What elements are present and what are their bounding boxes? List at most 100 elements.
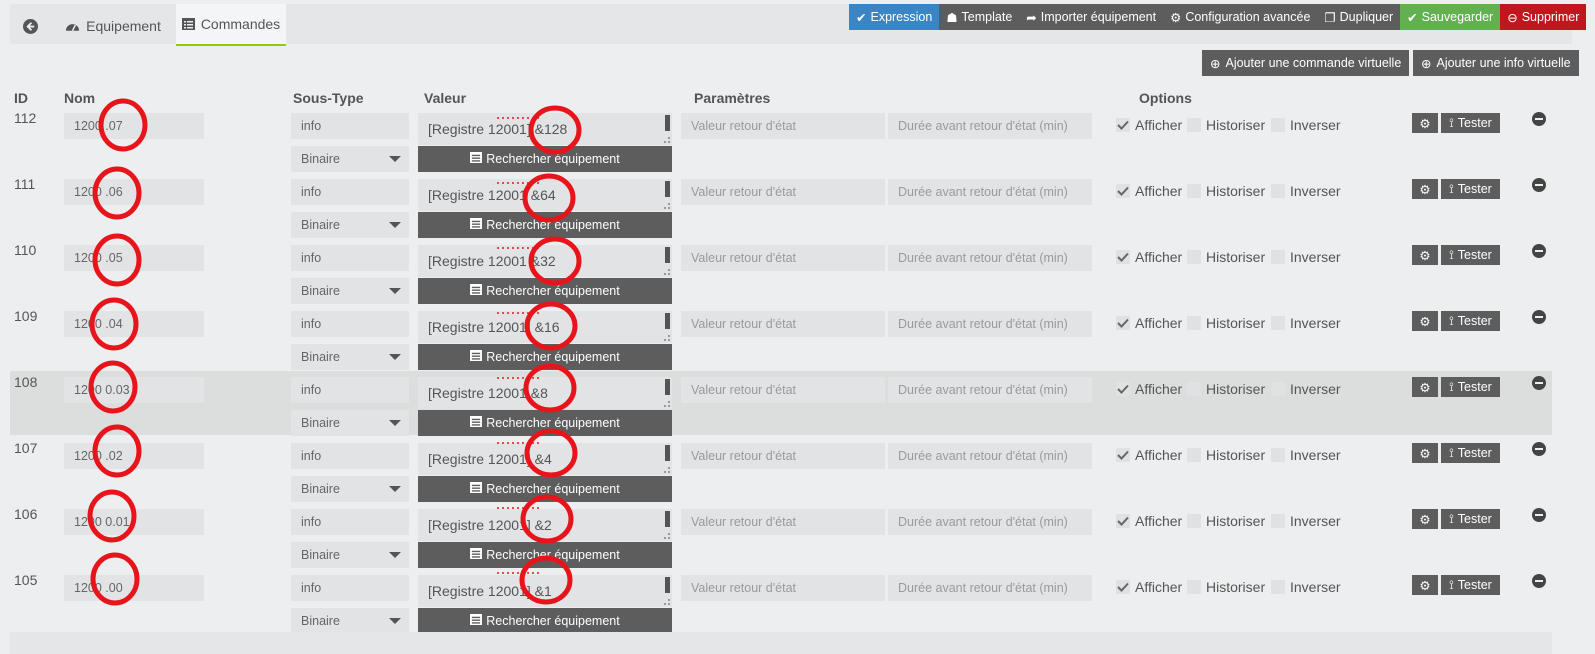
value-textarea[interactable]: [Registre 12001] &4 xyxy=(418,443,672,475)
checkbox-checked-icon[interactable] xyxy=(1116,514,1130,528)
remove-command-icon[interactable] xyxy=(1532,574,1546,588)
checkbox-unchecked-icon[interactable] xyxy=(1271,118,1285,132)
option-afficher[interactable]: Afficher xyxy=(1116,579,1182,595)
return-delay-input[interactable]: Durée avant retour d'état (min) xyxy=(888,575,1092,601)
checkbox-unchecked-icon[interactable] xyxy=(1271,316,1285,330)
remove-command-icon[interactable] xyxy=(1532,442,1546,456)
option-historiser[interactable]: Historiser xyxy=(1187,249,1265,265)
search-equipment-button[interactable]: Rechercher équipement xyxy=(418,212,672,238)
checkbox-checked-icon[interactable] xyxy=(1116,448,1130,462)
option-afficher[interactable]: Afficher xyxy=(1116,315,1182,331)
subtype-select[interactable]: Binaire xyxy=(291,278,409,304)
template-button[interactable]: ☗ Template xyxy=(939,4,1020,30)
checkbox-checked-icon[interactable] xyxy=(1116,382,1130,396)
return-value-input[interactable]: Valeur retour d'état xyxy=(681,443,885,469)
checkbox-checked-icon[interactable] xyxy=(1116,250,1130,264)
resize-grip-icon[interactable] xyxy=(664,203,670,209)
subtype-select[interactable]: Binaire xyxy=(291,410,409,436)
return-value-input[interactable]: Valeur retour d'état xyxy=(681,509,885,535)
resize-grip-icon[interactable] xyxy=(664,137,670,143)
subtype-select[interactable]: Binaire xyxy=(291,608,409,634)
scrollbar[interactable] xyxy=(665,379,670,395)
expression-button[interactable]: ✔ Expression xyxy=(849,4,940,30)
cmd-name-input[interactable]: 1200 .05 xyxy=(64,245,204,271)
configure-button[interactable]: ⚙ xyxy=(1412,377,1438,397)
option-inverser[interactable]: Inverser xyxy=(1271,117,1341,133)
subtype-select[interactable]: Binaire xyxy=(291,146,409,172)
checkbox-checked-icon[interactable] xyxy=(1116,184,1130,198)
add-command-button[interactable]: ⊕ Ajouter une commande virtuelle xyxy=(1202,50,1410,76)
search-equipment-button[interactable]: Rechercher équipement xyxy=(418,410,672,436)
option-historiser[interactable]: Historiser xyxy=(1187,381,1265,397)
search-equipment-button[interactable]: Rechercher équipement xyxy=(418,344,672,370)
return-value-input[interactable]: Valeur retour d'état xyxy=(681,311,885,337)
scrollbar[interactable] xyxy=(665,313,670,329)
scrollbar[interactable] xyxy=(665,577,670,593)
return-value-input[interactable]: Valeur retour d'état xyxy=(681,179,885,205)
checkbox-checked-icon[interactable] xyxy=(1116,580,1130,594)
resize-grip-icon[interactable] xyxy=(664,401,670,407)
option-afficher[interactable]: Afficher xyxy=(1116,447,1182,463)
value-textarea[interactable]: [Registre 12001] &16 xyxy=(418,311,672,343)
checkbox-unchecked-icon[interactable] xyxy=(1187,250,1201,264)
return-delay-input[interactable]: Durée avant retour d'état (min) xyxy=(888,113,1092,139)
import-button[interactable]: ➦ Importer équipement xyxy=(1019,4,1164,30)
option-inverser[interactable]: Inverser xyxy=(1271,315,1341,331)
option-historiser[interactable]: Historiser xyxy=(1187,579,1265,595)
back-tab[interactable] xyxy=(10,8,50,44)
search-equipment-button[interactable]: Rechercher équipement xyxy=(418,278,672,304)
option-historiser[interactable]: Historiser xyxy=(1187,513,1265,529)
return-value-input[interactable]: Valeur retour d'état xyxy=(681,575,885,601)
checkbox-unchecked-icon[interactable] xyxy=(1271,250,1285,264)
configure-button[interactable]: ⚙ xyxy=(1412,179,1438,199)
option-inverser[interactable]: Inverser xyxy=(1271,513,1341,529)
option-historiser[interactable]: Historiser xyxy=(1187,183,1265,199)
tester-button[interactable]: ⟟ Tester xyxy=(1441,377,1500,397)
checkbox-unchecked-icon[interactable] xyxy=(1271,448,1285,462)
tester-button[interactable]: ⟟ Tester xyxy=(1441,575,1500,595)
value-textarea[interactable]: [Registre 12001 &32 xyxy=(418,245,672,277)
option-inverser[interactable]: Inverser xyxy=(1271,183,1341,199)
checkbox-unchecked-icon[interactable] xyxy=(1187,184,1201,198)
tester-button[interactable]: ⟟ Tester xyxy=(1441,179,1500,199)
checkbox-unchecked-icon[interactable] xyxy=(1187,316,1201,330)
advanced-config-button[interactable]: ⚙ Configuration avancée xyxy=(1163,4,1318,30)
save-button[interactable]: ✔ Sauvegarder xyxy=(1400,4,1501,30)
option-afficher[interactable]: Afficher xyxy=(1116,117,1182,133)
return-value-input[interactable]: Valeur retour d'état xyxy=(681,377,885,403)
subtype-select[interactable]: Binaire xyxy=(291,476,409,502)
checkbox-unchecked-icon[interactable] xyxy=(1271,514,1285,528)
value-textarea[interactable]: [Registre 12001 &8 xyxy=(418,377,672,409)
resize-grip-icon[interactable] xyxy=(664,599,670,605)
search-equipment-button[interactable]: Rechercher équipement xyxy=(418,476,672,502)
resize-grip-icon[interactable] xyxy=(664,269,670,275)
return-delay-input[interactable]: Durée avant retour d'état (min) xyxy=(888,179,1092,205)
return-value-input[interactable]: Valeur retour d'état xyxy=(681,245,885,271)
configure-button[interactable]: ⚙ xyxy=(1412,113,1438,133)
cmd-name-input[interactable]: 1200 .04 xyxy=(64,311,204,337)
cmd-name-input[interactable]: 1200 0.03 xyxy=(64,377,204,403)
configure-button[interactable]: ⚙ xyxy=(1412,509,1438,529)
duplicate-button[interactable]: ❐ Dupliquer xyxy=(1317,4,1401,30)
option-historiser[interactable]: Historiser xyxy=(1187,315,1265,331)
return-delay-input[interactable]: Durée avant retour d'état (min) xyxy=(888,377,1092,403)
tester-button[interactable]: ⟟ Tester xyxy=(1441,443,1500,463)
search-equipment-button[interactable]: Rechercher équipement xyxy=(418,608,672,634)
checkbox-unchecked-icon[interactable] xyxy=(1271,184,1285,198)
checkbox-unchecked-icon[interactable] xyxy=(1271,580,1285,594)
delete-button[interactable]: ⊖ Supprimer xyxy=(1500,4,1587,30)
checkbox-checked-icon[interactable] xyxy=(1116,316,1130,330)
back-arrow-icon[interactable] xyxy=(22,18,38,34)
resize-grip-icon[interactable] xyxy=(664,335,670,341)
resize-grip-icon[interactable] xyxy=(664,467,670,473)
subtype-select[interactable]: Binaire xyxy=(291,212,409,238)
cmd-name-input[interactable]: 1200 0.01 xyxy=(64,509,204,535)
tester-button[interactable]: ⟟ Tester xyxy=(1441,245,1500,265)
configure-button[interactable]: ⚙ xyxy=(1412,245,1438,265)
option-historiser[interactable]: Historiser xyxy=(1187,117,1265,133)
option-inverser[interactable]: Inverser xyxy=(1271,447,1341,463)
scrollbar[interactable] xyxy=(665,511,670,527)
scrollbar[interactable] xyxy=(665,181,670,197)
search-equipment-button[interactable]: Rechercher équipement xyxy=(418,146,672,172)
scrollbar[interactable] xyxy=(665,247,670,263)
